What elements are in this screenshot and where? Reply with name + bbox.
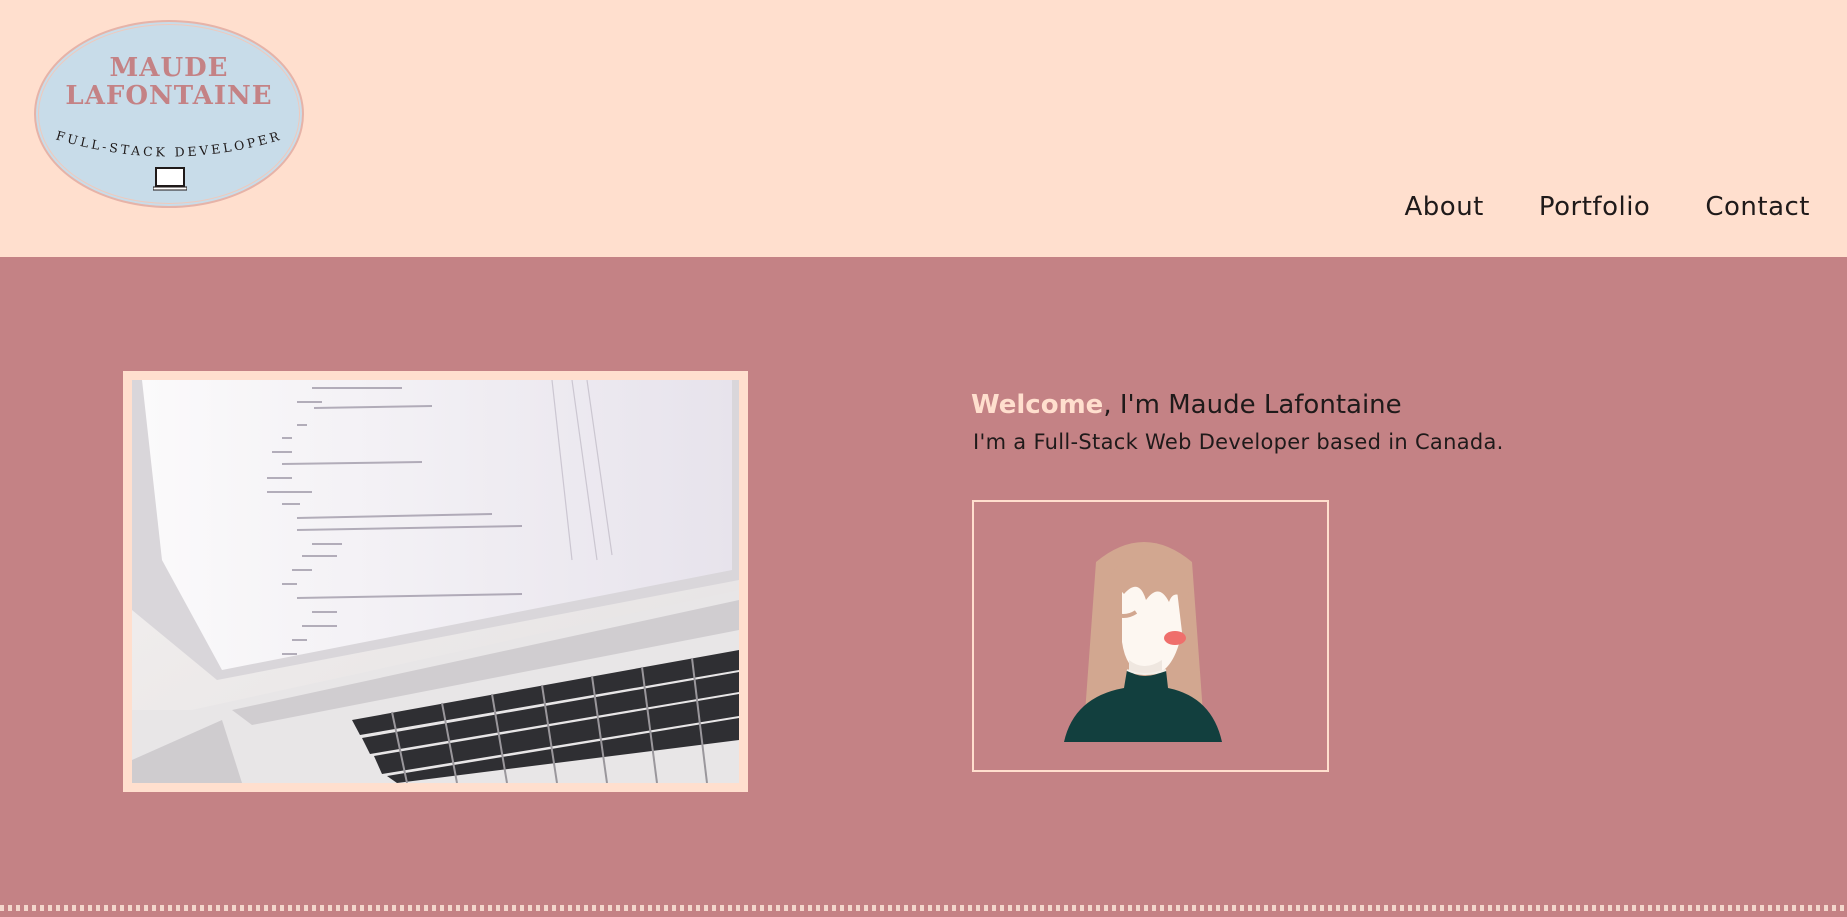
- hero-title: Welcome, I'm Maude Lafontaine: [971, 390, 1402, 420]
- svg-text:FULL-STACK DEVELOPER: FULL-STACK DEVELOPER: [54, 128, 283, 160]
- nav-about-link[interactable]: About: [1405, 192, 1484, 222]
- laptop-photo-frame: [123, 371, 748, 792]
- avatar-illustration: [1064, 542, 1222, 742]
- laptop-code-photo: [132, 380, 739, 783]
- logo-name-line2: LAFONTAINE: [65, 81, 273, 111]
- logo-subtitle: FULL-STACK DEVELOPER: [54, 128, 283, 160]
- hero-welcome: Welcome: [971, 390, 1104, 420]
- avatar-frame: [972, 500, 1329, 772]
- footer-border: [0, 905, 1847, 911]
- site-logo[interactable]: MAUDE LAFONTAINE FULL-STACK DEVELOPER: [34, 20, 304, 208]
- laptop-icon: [153, 167, 187, 191]
- hero-title-name: , I'm Maude Lafontaine: [1103, 390, 1402, 420]
- site-header: MAUDE LAFONTAINE FULL-STACK DEVELOPER Ab…: [0, 0, 1847, 257]
- hero-subtitle: I'm a Full-Stack Web Developer based in …: [973, 430, 1504, 454]
- main-nav: About Portfolio Contact: [1405, 192, 1811, 222]
- logo-subtitle-text: FULL-STACK DEVELOPER: [54, 128, 280, 160]
- logo-name: MAUDE LAFONTAINE: [36, 54, 302, 110]
- nav-contact-link[interactable]: Contact: [1705, 192, 1810, 222]
- logo-name-line1: MAUDE: [109, 53, 229, 83]
- nav-portfolio-link[interactable]: Portfolio: [1539, 192, 1650, 222]
